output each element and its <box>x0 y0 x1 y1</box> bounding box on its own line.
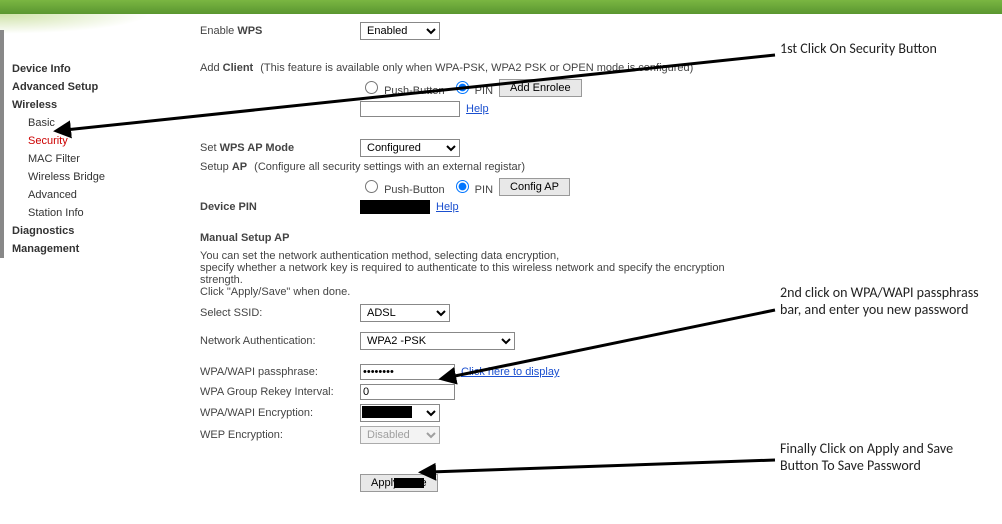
sidebar-item-management[interactable]: Management <box>10 240 150 258</box>
device-pin-value <box>360 200 430 214</box>
sidebar-item-station-info[interactable]: Station Info <box>10 204 150 222</box>
pin-radio-2[interactable]: PIN <box>451 177 493 196</box>
wps-ap-mode-select[interactable]: Configured <box>360 139 460 157</box>
push-button-radio[interactable]: Push-Button <box>360 78 445 97</box>
sidebar: Device Info Advanced Setup Wireless Basi… <box>0 30 150 258</box>
rekey-label: WPA Group Rekey Interval: <box>200 386 360 398</box>
wps-ap-mode-label: Set WPS AP Mode <box>200 142 360 154</box>
help-link-2[interactable]: Help <box>436 201 459 213</box>
display-passphrase-link[interactable]: Click here to display <box>461 366 559 378</box>
passphrase-label: WPA/WAPI passphrase: <box>200 366 360 378</box>
sidebar-item-mac-filter[interactable]: MAC Filter <box>10 150 150 168</box>
sidebar-item-advanced[interactable]: Advanced <box>10 186 150 204</box>
add-client-label: Add Client (This feature is available on… <box>200 62 693 74</box>
enrolee-pin-input[interactable] <box>360 101 460 117</box>
wep-select[interactable]: Disabled <box>360 426 440 444</box>
setup-ap-label: Setup AP (Configure all security setting… <box>200 161 525 173</box>
wep-label: WEP Encryption: <box>200 429 360 441</box>
select-ssid-label: Select SSID: <box>200 307 360 319</box>
sidebar-item-advanced-setup[interactable]: Advanced Setup <box>10 78 150 96</box>
rekey-input[interactable] <box>360 384 455 400</box>
encryption-label: WPA/WAPI Encryption: <box>200 407 360 419</box>
annotation-1: 1st Click On Security Button <box>780 40 980 57</box>
manual-desc: You can set the network authentication m… <box>200 250 760 298</box>
sidebar-item-security[interactable]: Security <box>10 132 150 150</box>
encryption-redaction <box>362 406 412 418</box>
annotation-3: Finally Click on Apply and Save Button T… <box>780 440 980 474</box>
enable-wps-label: Enable WPS <box>200 25 360 37</box>
main-content: Enable WPS Enabled Add Client (This feat… <box>200 18 760 496</box>
top-banner <box>0 0 1002 14</box>
manual-setup-title: Manual Setup AP <box>200 232 760 244</box>
ssid-select[interactable]: ADSL <box>360 304 450 322</box>
sidebar-item-wireless[interactable]: Wireless <box>10 96 150 114</box>
annotation-2: 2nd click on WPA/WAPI passphrass bar, an… <box>780 284 980 318</box>
passphrase-input[interactable] <box>360 364 455 380</box>
network-auth-select[interactable]: WPA2 -PSK <box>360 332 515 350</box>
sidebar-item-wireless-bridge[interactable]: Wireless Bridge <box>10 168 150 186</box>
add-enrolee-button[interactable]: Add Enrolee <box>499 79 582 97</box>
sidebar-item-diagnostics[interactable]: Diagnostics <box>10 222 150 240</box>
device-pin-label: Device PIN <box>200 201 360 213</box>
network-auth-label: Network Authentication: <box>200 335 360 347</box>
config-ap-button[interactable]: Config AP <box>499 178 570 196</box>
sidebar-item-device-info[interactable]: Device Info <box>10 60 150 78</box>
pin-radio[interactable]: PIN <box>451 78 493 97</box>
apply-redaction <box>394 478 424 488</box>
sidebar-item-basic[interactable]: Basic <box>10 114 150 132</box>
push-button-radio-2[interactable]: Push-Button <box>360 177 445 196</box>
help-link[interactable]: Help <box>466 103 489 115</box>
enable-wps-select[interactable]: Enabled <box>360 22 440 40</box>
